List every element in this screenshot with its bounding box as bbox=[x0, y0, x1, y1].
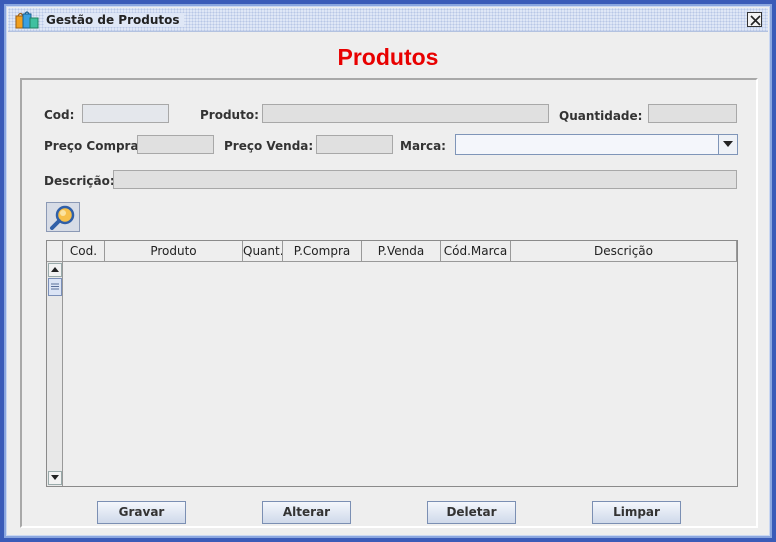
quantidade-field[interactable] bbox=[648, 104, 737, 123]
chevron-down-icon bbox=[723, 141, 733, 147]
grip-icon bbox=[51, 283, 59, 290]
column-header-preco-compra[interactable]: P.Compra bbox=[283, 241, 362, 261]
arrow-down-icon bbox=[51, 475, 59, 480]
window-title: Gestão de Produtos bbox=[44, 13, 184, 27]
vertical-scrollbar[interactable] bbox=[47, 262, 63, 486]
close-icon bbox=[750, 15, 761, 26]
gravar-button[interactable]: Gravar bbox=[97, 501, 186, 524]
quantidade-label: Quantidade: bbox=[559, 109, 643, 123]
close-button[interactable] bbox=[747, 12, 762, 27]
descricao-label: Descrição: bbox=[44, 174, 115, 188]
preco-venda-field[interactable] bbox=[316, 135, 393, 154]
title-bar[interactable]: Gestão de Produtos bbox=[8, 8, 768, 32]
cod-field[interactable] bbox=[82, 104, 169, 123]
descricao-field[interactable] bbox=[113, 170, 737, 189]
page-heading: Produtos bbox=[337, 44, 439, 70]
main-window: Gestão de Produtos Produtos Cod: Produto… bbox=[4, 4, 772, 538]
form-panel: Cod: Produto: Quantidade: Preço Compra: … bbox=[20, 78, 758, 528]
arrow-up-icon bbox=[51, 267, 59, 272]
alterar-button[interactable]: Alterar bbox=[262, 501, 351, 524]
produto-label: Produto: bbox=[200, 108, 259, 122]
scroll-down-button[interactable] bbox=[48, 471, 62, 485]
magnifier-icon bbox=[50, 205, 75, 230]
products-table[interactable]: Cod. Produto Quant. P.Compra P.Venda Cód… bbox=[46, 240, 738, 487]
produto-field[interactable] bbox=[262, 104, 549, 123]
scroll-up-button[interactable] bbox=[48, 263, 62, 277]
column-header-cod[interactable]: Cod. bbox=[63, 241, 105, 261]
deletar-button[interactable]: Deletar bbox=[427, 501, 516, 524]
column-header-quant[interactable]: Quant. bbox=[243, 241, 283, 261]
row-header-corner bbox=[47, 241, 63, 261]
shopping-bags-icon bbox=[14, 10, 40, 30]
scroll-thumb[interactable] bbox=[48, 278, 62, 296]
column-header-produto[interactable]: Produto bbox=[105, 241, 243, 261]
search-button[interactable] bbox=[46, 202, 80, 232]
marca-dropdown-button[interactable] bbox=[718, 135, 737, 154]
limpar-button[interactable]: Limpar bbox=[592, 501, 681, 524]
marca-label: Marca: bbox=[400, 139, 446, 153]
preco-compra-field[interactable] bbox=[137, 135, 214, 154]
preco-venda-label: Preço Venda: bbox=[224, 139, 314, 153]
marca-combobox[interactable] bbox=[455, 134, 738, 155]
column-header-descricao[interactable]: Descrição bbox=[511, 241, 737, 261]
cod-label: Cod: bbox=[44, 108, 75, 122]
column-header-preco-venda[interactable]: P.Venda bbox=[362, 241, 441, 261]
table-header: Cod. Produto Quant. P.Compra P.Venda Cód… bbox=[47, 241, 737, 262]
preco-compra-label: Preço Compra: bbox=[44, 139, 144, 153]
column-header-cod-marca[interactable]: Cód.Marca bbox=[441, 241, 511, 261]
